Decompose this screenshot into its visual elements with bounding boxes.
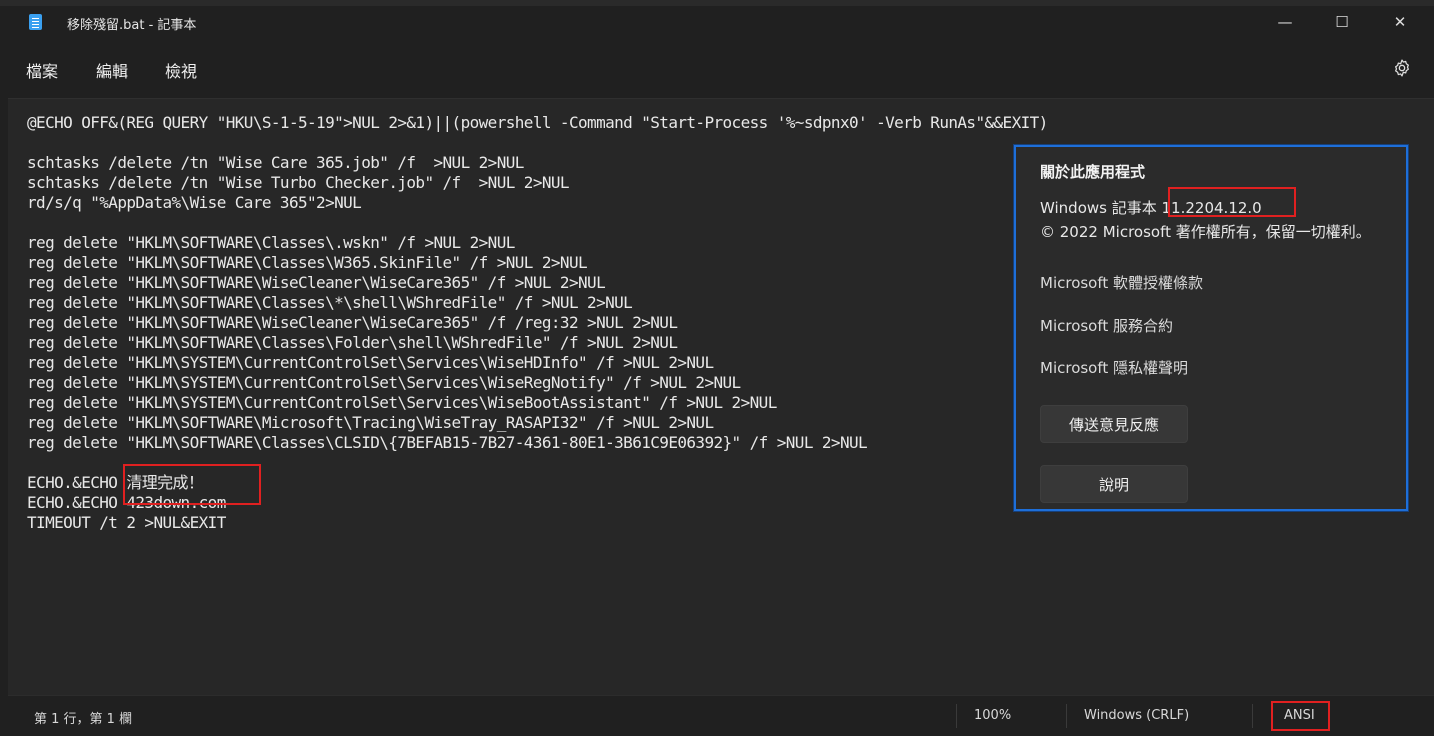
notepad-window: 移除殘留.bat - 記事本 — ☐ ✕ 檔案 編輯 檢視 @ECHO OFF&… <box>8 6 1434 736</box>
code-line: reg delete "HKLM\SOFTWARE\Classes\*\shel… <box>27 293 633 312</box>
app-name: Windows 記事本 <box>1040 199 1157 217</box>
copyright-text: © 2022 Microsoft 著作權所有，保留一切權利。 <box>1040 223 1371 241</box>
about-dialog: 關於此應用程式 Windows 記事本 11.2204.12.0 © 2022 … <box>1014 145 1408 511</box>
code-line: reg delete "HKLM\SOFTWARE\Classes\Folder… <box>27 333 678 352</box>
send-feedback-button[interactable]: 傳送意見反應 <box>1040 405 1188 443</box>
code-line: TIMEOUT /t 2 >NUL&EXIT <box>27 513 226 532</box>
status-divider <box>1066 704 1067 728</box>
about-title: 關於此應用程式 <box>1040 163 1146 181</box>
code-line: reg delete "HKLM\SOFTWARE\Microsoft\Trac… <box>27 413 714 432</box>
code-line: reg delete "HKLM\SYSTEM\CurrentControlSe… <box>27 393 777 412</box>
menu-edit[interactable]: 編輯 <box>96 58 128 82</box>
help-button[interactable]: 說明 <box>1040 465 1188 503</box>
maximize-button[interactable]: ☐ <box>1319 6 1365 38</box>
close-button[interactable]: ✕ <box>1377 6 1423 38</box>
highlight-box-encoding <box>1271 701 1330 731</box>
code-line: reg delete "HKLM\SYSTEM\CurrentControlSe… <box>27 373 741 392</box>
status-bar: 第 1 行，第 1 欄 100% Windows (CRLF) ANSI <box>8 695 1434 736</box>
title-bar[interactable]: 移除殘留.bat - 記事本 — ☐ ✕ <box>8 6 1434 38</box>
code-line: schtasks /delete /tn "Wise Care 365.job"… <box>27 153 524 172</box>
highlight-box-cleanup-text <box>123 464 261 505</box>
services-agreement-link[interactable]: Microsoft 服務合約 <box>1040 315 1173 336</box>
line-ending[interactable]: Windows (CRLF) <box>1084 708 1189 723</box>
menu-file[interactable]: 檔案 <box>26 58 58 82</box>
highlight-box-version <box>1168 187 1296 217</box>
zoom-level[interactable]: 100% <box>974 708 1011 723</box>
license-terms-link[interactable]: Microsoft 軟體授權條款 <box>1040 272 1203 293</box>
code-line: rd/s/q "%AppData%\Wise Care 365"2>NUL <box>27 193 362 212</box>
window-title: 移除殘留.bat - 記事本 <box>67 18 197 33</box>
settings-gear-icon[interactable] <box>1392 58 1412 78</box>
code-line: @ECHO OFF&(REG QUERY "HKU\S-1-5-19">NUL … <box>27 113 1048 132</box>
status-divider <box>956 704 957 728</box>
notepad-app-icon <box>29 14 42 30</box>
code-line: reg delete "HKLM\SOFTWARE\Classes\W365.S… <box>27 253 588 272</box>
cursor-position: 第 1 行，第 1 欄 <box>34 712 133 727</box>
code-line: reg delete "HKLM\SOFTWARE\WiseCleaner\Wi… <box>27 313 678 332</box>
menu-view[interactable]: 檢視 <box>165 58 197 82</box>
code-line: reg delete "HKLM\SOFTWARE\Classes\CLSID\… <box>27 433 868 452</box>
minimize-button[interactable]: — <box>1262 6 1308 38</box>
code-line: schtasks /delete /tn "Wise Turbo Checker… <box>27 173 570 192</box>
menu-bar: 檔案 編輯 檢視 <box>8 50 1434 86</box>
code-line: reg delete "HKLM\SYSTEM\CurrentControlSe… <box>27 353 714 372</box>
privacy-statement-link[interactable]: Microsoft 隱私權聲明 <box>1040 357 1188 378</box>
code-line: reg delete "HKLM\SOFTWARE\Classes\.wskn"… <box>27 233 515 252</box>
code-line: reg delete "HKLM\SOFTWARE\WiseCleaner\Wi… <box>27 273 606 292</box>
text-editor-area[interactable]: @ECHO OFF&(REG QUERY "HKU\S-1-5-19">NUL … <box>8 98 1434 696</box>
status-divider <box>1252 704 1253 728</box>
